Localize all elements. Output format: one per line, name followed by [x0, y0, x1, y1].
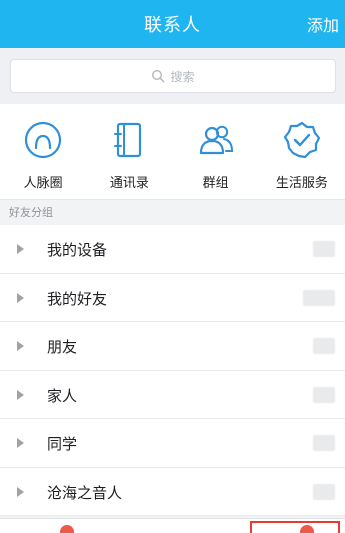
group-row[interactable]: 我的好友 — [0, 273, 345, 322]
group-count-blurred — [313, 435, 335, 451]
shortcut-bar: 人脉圈 通讯录 群组 生活服务 — [0, 104, 345, 200]
contacts-screen: 联系人 添加 搜索 人脉圈 通讯录 群组 生活服务 好友分组 我的设备 我的好友… — [0, 0, 345, 533]
group-row[interactable]: 我的设备 — [0, 225, 345, 274]
search-bar-container: 搜索 — [0, 48, 345, 104]
notification-dot — [60, 525, 74, 533]
group-name: 我的设备 — [47, 241, 108, 259]
group-name: 我的好友 — [47, 289, 108, 308]
group-row[interactable]: 同学 — [0, 419, 345, 468]
group-name: 家人 — [47, 386, 78, 405]
group-icon — [199, 125, 233, 155]
service-badge-icon — [283, 121, 320, 159]
friend-group-list: 我的设备 我的好友 朋友 家人 同学 沧海之音人 — [0, 225, 345, 516]
shortcut-groups[interactable]: 群组 — [173, 104, 259, 200]
group-row[interactable]: 朋友 — [0, 322, 345, 371]
shortcut-people-circle[interactable]: 人脉圈 — [0, 104, 86, 200]
page-title: 联系人 — [144, 15, 201, 36]
person-circle-icon — [25, 121, 62, 159]
highlight-frame — [250, 521, 340, 533]
group-count-blurred — [313, 338, 335, 354]
group-row[interactable]: 家人 — [0, 370, 345, 419]
search-placeholder: 搜索 — [170, 69, 195, 84]
shortcut-label: 生活服务 — [275, 176, 328, 191]
address-book-icon — [114, 122, 142, 158]
group-count-blurred — [303, 289, 335, 306]
friend-groups-header: 好友分组 — [0, 200, 345, 225]
expand-arrow-icon — [17, 486, 24, 497]
expand-arrow-icon — [17, 244, 24, 254]
header-bar: 联系人 添加 — [0, 0, 345, 48]
shortcut-label: 群组 — [202, 176, 229, 191]
group-count-blurred — [313, 483, 335, 500]
group-count-blurred — [313, 386, 335, 403]
expand-arrow-icon — [17, 389, 24, 400]
shortcut-label: 人脉圈 — [23, 176, 63, 191]
group-count-blurred — [313, 241, 335, 257]
group-name: 同学 — [47, 435, 78, 453]
expand-arrow-icon — [17, 292, 24, 303]
notification-dot — [300, 525, 314, 533]
group-name: 朋友 — [47, 338, 78, 356]
shortcut-label: 通讯录 — [109, 176, 149, 191]
expand-arrow-icon — [17, 341, 24, 351]
shortcut-address-book[interactable]: 通讯录 — [86, 104, 172, 200]
shortcut-life-services[interactable]: 生活服务 — [259, 104, 345, 200]
bottom-tab-bar-partial — [0, 518, 345, 533]
add-button[interactable]: 添加 — [307, 12, 339, 36]
group-row[interactable]: 沧海之音人 — [0, 467, 345, 516]
expand-arrow-icon — [17, 438, 24, 448]
search-icon — [152, 69, 165, 83]
search-input[interactable]: 搜索 — [10, 59, 336, 93]
group-name: 沧海之音人 — [47, 483, 123, 502]
